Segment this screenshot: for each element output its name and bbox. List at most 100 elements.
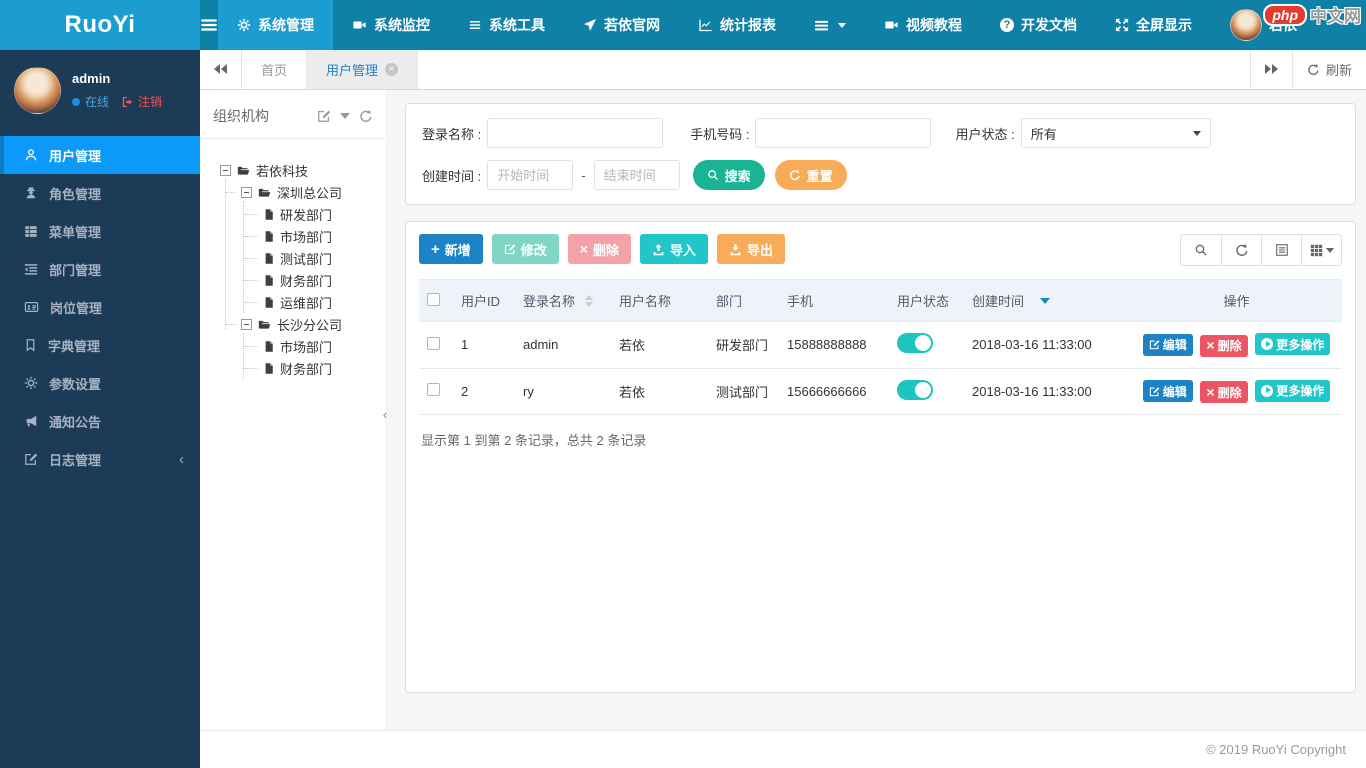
tree-node-leaf[interactable]: 测试部门 (210, 247, 375, 269)
detail-view-button[interactable] (1261, 235, 1301, 265)
tree-node-leaf[interactable]: 财务部门 (210, 269, 375, 291)
sort-icon[interactable] (585, 294, 594, 307)
sidebar-item-label: 岗位管理 (50, 300, 103, 316)
edit-icon[interactable] (317, 109, 331, 123)
sidebar-item-dict-manage[interactable]: 字典管理 (0, 326, 200, 364)
row-more-button[interactable]: 更多操作 (1255, 379, 1331, 402)
start-time-input[interactable] (487, 160, 574, 190)
tab-close-icon[interactable] (385, 63, 399, 76)
show-search-button[interactable] (1181, 235, 1221, 265)
row-edit-label: 编辑 (1162, 384, 1187, 399)
sidebar-item-post-manage[interactable]: 岗位管理 (0, 288, 200, 326)
tree-node-label[interactable]: 测试部门 (280, 249, 332, 268)
tabs-scroll-left-button[interactable] (200, 50, 242, 89)
sidebar-item-menu-manage[interactable]: 菜单管理 (0, 212, 200, 250)
columns-button[interactable] (1301, 235, 1341, 265)
row-delete-button[interactable]: 删除 (1200, 381, 1248, 403)
tree-node-label[interactable]: 长沙分公司 (277, 315, 342, 334)
app-logo[interactable]: RuoYi (0, 0, 200, 50)
tree-node-label[interactable]: 深圳总公司 (277, 183, 342, 202)
bars-icon (814, 18, 829, 33)
sun-gear-icon (24, 376, 38, 390)
row-delete-button[interactable]: 删除 (1200, 334, 1248, 357)
refresh-table-button[interactable] (1221, 235, 1261, 265)
org-tree: 若依科技 深圳总公司 研发部门 市场部门 测试部门 财务部门 运维部门 长沙分公… (210, 159, 375, 379)
panel-collapse-handle[interactable]: ‹ (380, 395, 390, 433)
nav-item-statistics[interactable]: 统计报表 (679, 0, 795, 50)
row-more-button[interactable]: 更多操作 (1255, 333, 1331, 355)
tabs-scroll-right-button[interactable] (1249, 50, 1292, 89)
sidebar-item-dept-manage[interactable]: 部门管理 (0, 250, 200, 288)
nav-item-system-monitor[interactable]: 系统监控 (333, 0, 449, 50)
bookmark-icon (24, 338, 37, 352)
tree-node-leaf[interactable]: 市场部门 (210, 225, 375, 247)
chevron-down-icon[interactable] (340, 113, 350, 119)
tree-node-branch[interactable]: 长沙分公司 (210, 313, 375, 335)
reset-button[interactable]: 重置 (774, 160, 847, 190)
search-button[interactable]: 搜索 (692, 160, 765, 190)
tab-user-manage[interactable]: 用户管理 (307, 50, 419, 89)
tree-node-label[interactable]: 若依科技 (256, 161, 308, 180)
sidebar-item-label: 日志管理 (49, 452, 102, 468)
tree-node-label[interactable]: 市场部门 (280, 227, 332, 246)
tree-node-label[interactable]: 研发部门 (280, 205, 332, 224)
tree-node-label[interactable]: 财务部门 (280, 271, 332, 290)
status-toggle-on[interactable] (897, 333, 933, 354)
login-name-input[interactable] (487, 118, 664, 148)
cell-login-name: admin (515, 321, 611, 369)
user-avatar[interactable] (14, 67, 61, 114)
nav-item-dev-docs[interactable]: 开发文档 (981, 0, 1096, 50)
status-toggle-on[interactable] (897, 379, 933, 400)
tree-collapse-icon[interactable] (220, 164, 231, 176)
tree-node-label[interactable]: 市场部门 (280, 337, 332, 356)
modify-button-label: 修改 (520, 242, 547, 258)
row-checkbox[interactable] (427, 383, 440, 397)
tree-node-leaf[interactable]: 市场部门 (210, 335, 375, 357)
export-button[interactable]: 导出 (717, 234, 786, 264)
refresh-tab-button[interactable]: 刷新 (1291, 50, 1366, 89)
bullhorn-icon (24, 414, 38, 428)
tree-connector (243, 201, 244, 313)
delete-button[interactable]: 删除 (567, 234, 631, 264)
nav-item-video-tutorial[interactable]: 视频教程 (865, 0, 981, 50)
row-edit-button[interactable]: 编辑 (1142, 380, 1193, 402)
select-all-checkbox[interactable] (427, 292, 440, 306)
phone-input[interactable] (755, 118, 932, 148)
tree-node-branch[interactable]: 深圳总公司 (210, 181, 375, 203)
tab-home[interactable]: 首页 (242, 50, 308, 89)
cell-user-name: 若依 (611, 368, 708, 415)
nav-more-menu[interactable] (795, 0, 865, 50)
nav-item-official-site[interactable]: 若依官网 (564, 0, 679, 50)
tree-collapse-icon[interactable] (241, 186, 252, 198)
sidebar-item-user-manage[interactable]: 用户管理 (0, 136, 200, 174)
sidebar-item-log-manage[interactable]: 日志管理 ‹ (0, 440, 200, 478)
sidebar-item-role-manage[interactable]: 角色管理 (0, 174, 200, 212)
tree-node-leaf[interactable]: 运维部门 (210, 291, 375, 313)
end-time-input[interactable] (593, 160, 680, 190)
nav-item-fullscreen[interactable]: 全屏显示 (1096, 0, 1211, 50)
tree-node-label[interactable]: 财务部门 (280, 359, 332, 378)
tree-node-leaf[interactable]: 研发部门 (210, 203, 375, 225)
user-status-select[interactable]: 所有 (1020, 118, 1211, 148)
nav-item-system-tools[interactable]: 系统工具 (449, 0, 564, 50)
modify-button[interactable]: 修改 (491, 234, 559, 264)
main-area: 首页 用户管理 刷新 (200, 50, 1366, 768)
tree-node-leaf[interactable]: 财务部门 (210, 357, 375, 379)
col-dept: 部门 (708, 279, 779, 322)
row-edit-button[interactable]: 编辑 (1142, 333, 1193, 356)
logout-link[interactable]: 注销 (122, 93, 162, 110)
refresh-icon[interactable] (359, 109, 373, 123)
sort-desc-icon[interactable] (1040, 297, 1051, 304)
sidebar-item-notice[interactable]: 通知公告 (0, 402, 200, 440)
add-button[interactable]: 新增 (419, 234, 483, 264)
sidebar-item-param-settings[interactable]: 参数设置 (0, 364, 200, 402)
row-checkbox[interactable] (427, 336, 440, 350)
user-table-card: 新增 修改 删除 (405, 221, 1356, 693)
nav-item-system-manage[interactable]: 系统管理 (218, 0, 333, 50)
tree-collapse-icon[interactable] (241, 318, 252, 330)
upload-icon (652, 243, 665, 256)
tree-node-label[interactable]: 运维部门 (280, 293, 332, 312)
tree-node-root[interactable]: 若依科技 (210, 159, 375, 181)
import-button[interactable]: 导入 (640, 234, 709, 264)
sidebar-toggle-button[interactable] (200, 0, 218, 50)
